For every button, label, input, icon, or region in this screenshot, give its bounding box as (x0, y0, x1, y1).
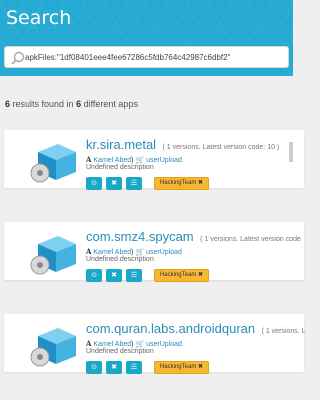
compare-button[interactable]: ☰ (126, 269, 142, 282)
header-banner: Search (0, 0, 293, 76)
compare-button[interactable]: ☰ (126, 177, 142, 190)
close-icon: ✖ (111, 272, 117, 279)
developer-link[interactable]: Kamel Abed (93, 157, 131, 164)
info-button[interactable]: ⊙ (86, 177, 102, 190)
page-title: Search (6, 7, 72, 29)
info-icon: ⊙ (91, 272, 97, 279)
equals-icon: ☰ (130, 180, 138, 187)
developer-icon: A (86, 155, 92, 164)
uploader-link[interactable]: userUpload (146, 157, 182, 164)
compare-button[interactable]: ☰ (126, 361, 142, 374)
info-icon: ⊙ (91, 364, 97, 371)
developer-icon: A (86, 247, 92, 256)
remove-button[interactable]: ✖ (106, 269, 122, 282)
app-name-link[interactable]: kr.sira.metal (86, 137, 156, 152)
remove-button[interactable]: ✖ (106, 177, 122, 190)
app-description: Undefined description (86, 348, 154, 355)
cart-icon: 🛒 (135, 341, 145, 348)
scrollbar-thumb[interactable] (289, 142, 293, 162)
cart-icon: 🛒 (135, 249, 145, 256)
apps-text: different apps (81, 99, 138, 109)
search-icon (11, 51, 25, 65)
info-button[interactable]: ⊙ (86, 269, 102, 282)
equals-icon: ☰ (130, 272, 138, 279)
tag-badge[interactable]: HackingTeam ✖ (154, 361, 209, 374)
developer-link[interactable]: Kamel Abed (93, 249, 131, 256)
result-card: kr.sira.metal ( 1 versions. Latest versi… (4, 130, 304, 190)
package-box-icon (30, 328, 76, 367)
results-text: results found in (10, 99, 77, 109)
info-icon: ⊙ (91, 180, 97, 187)
uploader-link[interactable]: userUpload (146, 341, 182, 348)
developer-link[interactable]: Kamel Abed (93, 341, 131, 348)
app-description: Undefined description (86, 164, 154, 171)
close-icon: ✖ (111, 364, 117, 371)
info-button[interactable]: ⊙ (86, 361, 102, 374)
version-info: ( 1 versions. L (261, 328, 306, 335)
app-name-link[interactable]: com.quran.labs.androidquran (86, 321, 255, 336)
search-input[interactable] (25, 49, 287, 65)
cart-icon: 🛒 (135, 157, 145, 164)
equals-icon: ☰ (130, 364, 138, 371)
tag-badge[interactable]: HackingTeam ✖ (154, 269, 209, 282)
result-card: com.quran.labs.androidquran ( 1 versions… (4, 314, 306, 374)
result-card: com.smz4.spycam ( 1 versions. Latest ver… (4, 222, 304, 282)
tag-badge[interactable]: HackingTeam ✖ (154, 177, 209, 190)
package-box-icon (30, 144, 76, 183)
app-description: Undefined description (86, 256, 154, 263)
version-info: ( 1 versions. Latest version code (200, 236, 301, 243)
version-info: ( 1 versions. Latest version code: 10 ) (162, 144, 280, 151)
close-icon: ✖ (111, 180, 117, 187)
app-name-link[interactable]: com.smz4.spycam (86, 229, 194, 244)
developer-icon: A (86, 339, 92, 348)
results-summary: 6 results found in 6 different apps (5, 99, 138, 109)
remove-button[interactable]: ✖ (106, 361, 122, 374)
uploader-link[interactable]: userUpload (146, 249, 182, 256)
package-box-icon (30, 236, 76, 275)
search-box[interactable] (4, 46, 289, 68)
